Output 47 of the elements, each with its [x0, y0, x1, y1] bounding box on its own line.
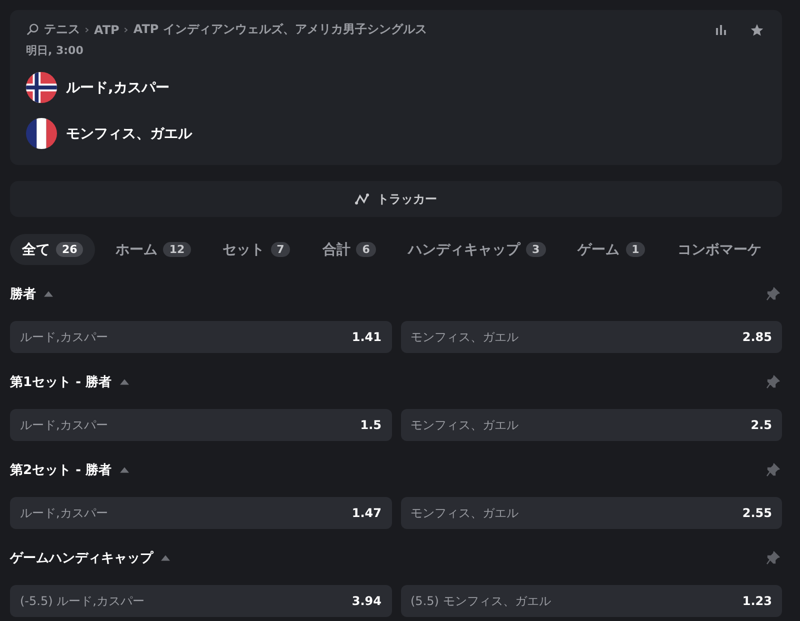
market-title[interactable]: ゲームハンディキャップ [10, 549, 153, 567]
match-time: 明日, 3:00 [26, 43, 84, 58]
caret-icon[interactable] [161, 555, 170, 561]
breadcrumb-link[interactable]: ATP インディアンウェルズ、アメリカ男子シングルス [133, 21, 427, 38]
pin-icon[interactable] [766, 375, 780, 389]
count-badge: 7 [270, 242, 290, 257]
odds-button[interactable]: (5.5) モンフィス、ガエル 1.23 [400, 585, 782, 617]
caret-icon[interactable] [120, 467, 128, 473]
caret-icon[interactable] [44, 291, 53, 297]
count-badge: 12 [163, 242, 191, 257]
count-badge: 1 [626, 242, 646, 257]
tracker-icon [355, 193, 369, 205]
market-tab[interactable]: セット 7 [210, 234, 302, 265]
bar-chart-icon[interactable] [715, 24, 727, 36]
market-tab[interactable]: コンボマーケ [665, 234, 774, 265]
odds-button[interactable]: モンフィス、ガエル 2.5 [400, 409, 782, 441]
player-name: モンフィス、ガエル [66, 124, 192, 142]
chevron-icon [124, 26, 128, 32]
count-badge: 3 [526, 242, 546, 257]
player-name: ルード,カスパー [66, 78, 170, 96]
breadcrumb-link[interactable]: テニス [44, 21, 80, 38]
odds-button[interactable]: モンフィス、ガエル 2.55 [400, 497, 782, 529]
market-tab[interactable]: ハンディキャップ 3 [396, 234, 558, 265]
chevron-icon [85, 26, 89, 32]
tracker-button[interactable]: トラッカー [10, 181, 782, 217]
market-title[interactable]: 第2セット - 勝者 [10, 461, 112, 479]
odds-button[interactable]: (-5.5) ルード,カスパー 3.94 [10, 585, 392, 617]
market-tab[interactable]: ホーム 12 [103, 234, 203, 265]
breadcrumb-link[interactable]: ATP [94, 22, 120, 36]
odds-button[interactable]: モンフィス、ガエル 2.85 [400, 321, 782, 353]
flag-icon [26, 72, 57, 103]
market-title[interactable]: 第1セット - 勝者 [10, 373, 112, 391]
pin-icon[interactable] [766, 287, 780, 301]
market-tab[interactable]: 全て 26 [10, 234, 96, 265]
pin-icon[interactable] [766, 551, 780, 565]
market-tab[interactable]: 合計 6 [310, 234, 388, 265]
pin-icon[interactable] [766, 463, 780, 477]
flag-icon [26, 118, 57, 149]
odds-button[interactable]: ルード,カスパー 1.47 [10, 497, 392, 529]
odds-button[interactable]: ルード,カスパー 1.5 [10, 409, 392, 441]
odds-button[interactable]: ルード,カスパー 1.41 [10, 321, 392, 353]
market-title[interactable]: 勝者 [10, 285, 36, 303]
market-tab[interactable]: ゲーム 1 [566, 234, 658, 265]
star-icon[interactable] [750, 22, 764, 36]
count-badge: 6 [356, 242, 376, 257]
count-badge: 26 [56, 242, 84, 257]
caret-icon[interactable] [120, 379, 128, 385]
